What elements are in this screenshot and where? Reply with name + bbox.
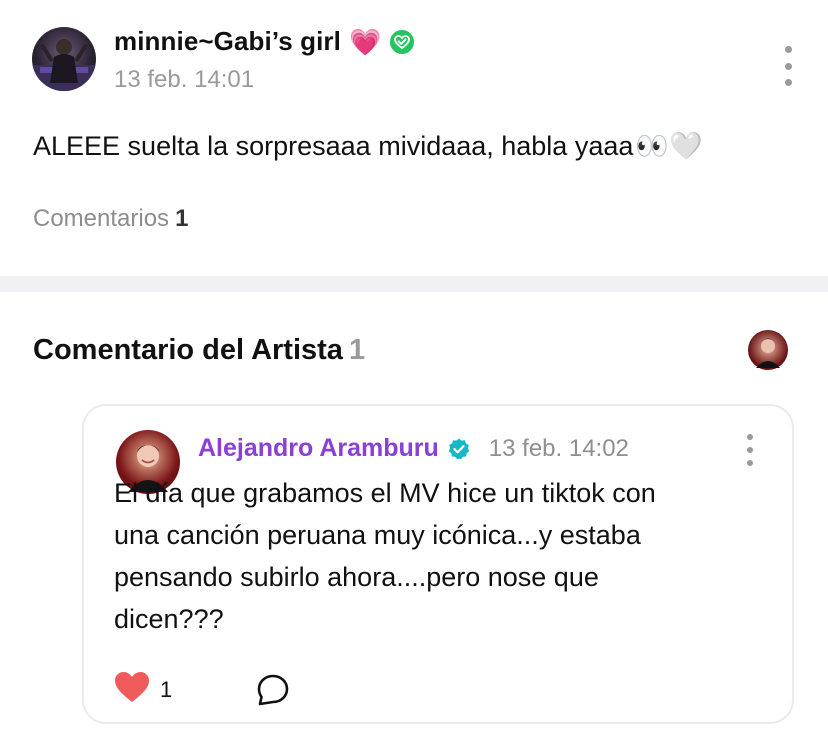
more-vertical-icon[interactable]	[782, 46, 794, 86]
verified-badge-icon	[447, 437, 471, 461]
post-author-row: minnie~Gabi’s girl 💗	[114, 26, 415, 57]
post-timestamp: 13 feb. 14:01	[114, 66, 255, 93]
comment-line: una canción peruana muy icónica...y esta…	[114, 520, 641, 550]
post-author-name[interactable]: minnie~Gabi’s girl	[114, 26, 341, 57]
comment-line: El día que grabamos el MV hice un tiktok…	[114, 478, 656, 508]
section-divider	[0, 276, 828, 292]
post: minnie~Gabi’s girl 💗 13 feb. 14:01 ALEEE…	[0, 0, 828, 276]
artist-comment-count: 1	[348, 334, 366, 366]
post-body-text: ALEEE suelta la sorpresaaa mividaaa, hab…	[33, 130, 634, 161]
comments-count: 1	[175, 205, 189, 232]
post-author-avatar[interactable]	[32, 27, 96, 91]
like-button[interactable]: 1	[114, 671, 172, 708]
artist-comment-text: El día que grabamos el MV hice un tiktok…	[114, 472, 754, 640]
comments-count-link[interactable]: Comentarios 1	[33, 205, 188, 233]
verified-check-icon	[389, 29, 415, 55]
artist-comment-title: Comentario del Artista	[33, 334, 343, 366]
comment-timestamp: 13 feb. 14:02	[488, 434, 629, 462]
pink-heart-emoji: 💗	[348, 26, 382, 57]
like-count: 1	[160, 676, 173, 702]
comments-label: Comentarios	[33, 205, 170, 232]
comment-actions: 1	[114, 671, 290, 708]
artist-name[interactable]: Alejandro Aramburu	[198, 434, 439, 463]
artist-comment-section: Comentario del Artista 1 Alejandro Arambu…	[0, 292, 828, 744]
heart-icon	[114, 671, 150, 708]
comment-more-icon[interactable]	[744, 434, 756, 466]
eyes-white-heart-emoji: 👀🤍	[635, 131, 703, 161]
artist-comment-header: Alejandro Aramburu 13 feb. 14:02	[198, 434, 629, 463]
artist-comment-card: Alejandro Aramburu 13 feb. 14:02 El día …	[82, 404, 794, 724]
comment-bubble-icon[interactable]	[256, 673, 290, 707]
artist-comment-heading: Comentario del Artista 1	[33, 334, 365, 367]
comment-line: pensando subirlo ahora....pero nose que	[114, 562, 599, 592]
post-body: ALEEE suelta la sorpresaaa mividaaa, hab…	[33, 130, 703, 162]
comment-line: dicen???	[114, 604, 224, 634]
artist-avatar-small[interactable]	[748, 330, 788, 370]
